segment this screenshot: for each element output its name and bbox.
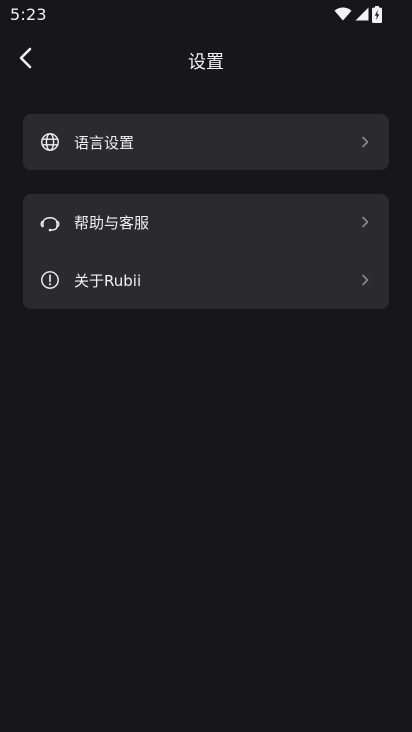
wifi-icon [334,7,352,21]
status-icons [334,5,382,23]
headset-icon [39,211,61,233]
chevron-right-icon [359,136,371,148]
chevron-right-icon [359,216,371,228]
settings-item-about[interactable]: 关于Rubii [23,251,389,309]
settings-item-language[interactable]: 语言设置 [23,114,389,170]
settings-group-support: 帮助与客服 关于Rubii [23,194,389,309]
status-bar: 5:23 [0,0,412,28]
battery-charging-icon [372,5,382,23]
info-circle-icon [39,269,61,291]
cellular-signal-icon [355,7,369,21]
settings-item-help[interactable]: 帮助与客服 [23,194,389,250]
settings-group-general: 语言设置 [23,114,389,170]
settings-item-label: 关于Rubii [74,271,142,290]
page-title: 设置 [188,52,224,73]
settings-item-label: 语言设置 [74,133,135,152]
status-time: 5:23 [10,4,47,24]
globe-icon [39,131,61,153]
app-bar: 设置 [0,36,412,84]
settings-item-label: 帮助与客服 [74,213,150,232]
chevron-right-icon [359,274,371,286]
